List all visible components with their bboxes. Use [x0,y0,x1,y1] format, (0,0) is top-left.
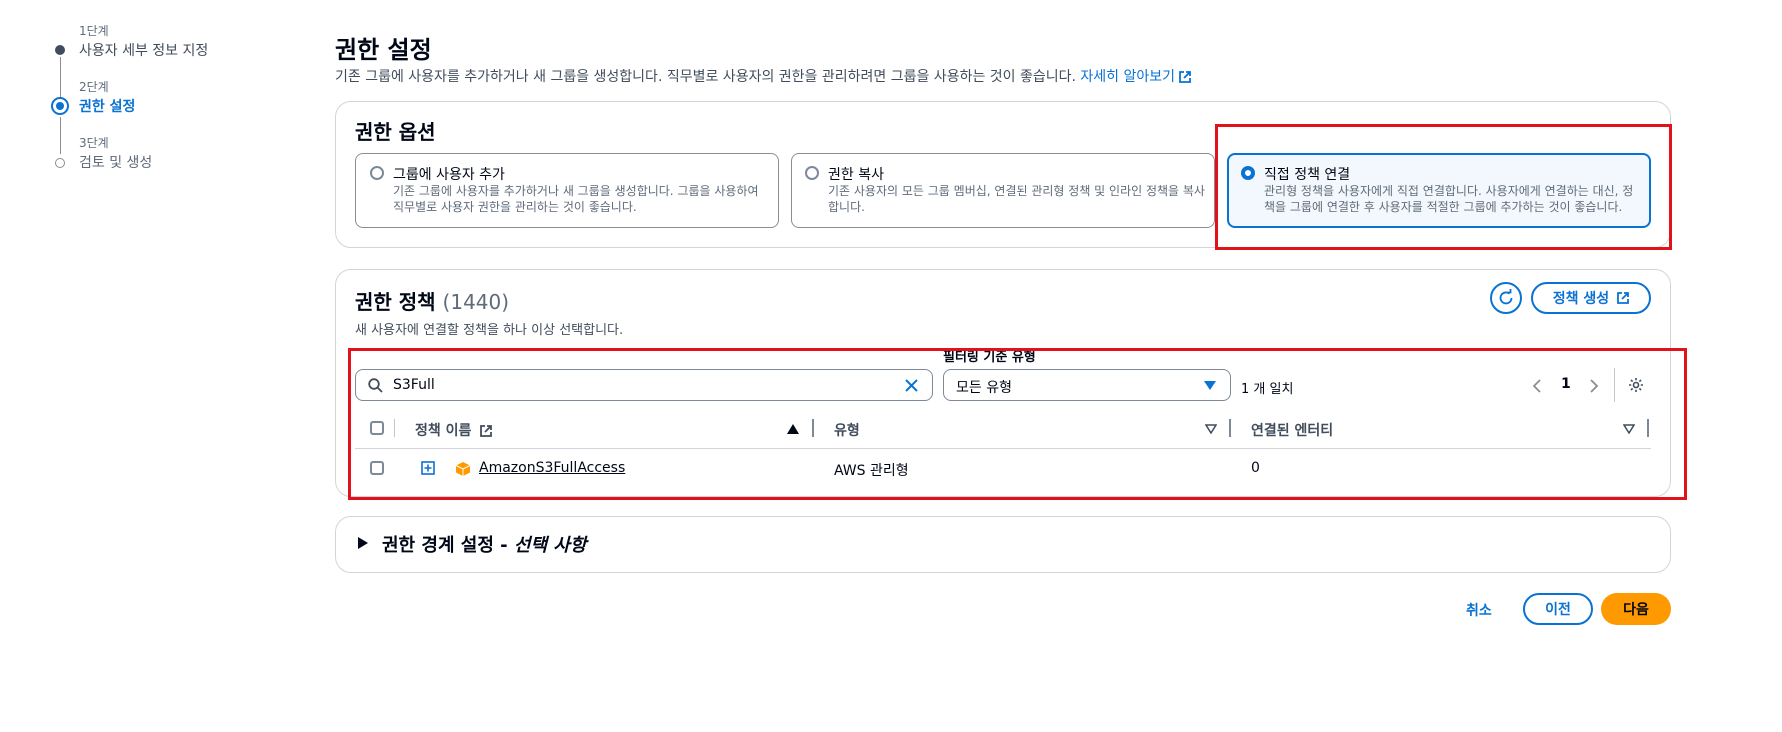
boundary-title-text: 권한 경계 설정 - [382,535,514,556]
radio-copy-permissions[interactable] [805,166,819,180]
step-1-link[interactable]: 사용자 세부 정보 지정 [79,40,208,60]
highlight-box-option [1215,124,1672,250]
cancel-button[interactable]: 취소 [1466,600,1492,620]
tile-copy-permissions-desc-1: 기존 사용자의 모든 그룹 멤버십, 연결된 관리형 정책 및 인라인 정책을 … [828,184,1205,198]
refresh-button[interactable] [1490,282,1522,314]
tile-copy-permissions-desc-2: 합니다. [828,200,865,214]
description-text: 기존 그룹에 사용자를 추가하거나 새 그룹을 생성합니다. 직무별로 사용자의… [335,69,1076,85]
previous-button[interactable]: 이전 [1523,593,1593,625]
policies-title-text: 권한 정책 [355,290,436,314]
step-1-number: 1단계 [79,24,109,38]
step-2-number: 2단계 [79,80,109,94]
policies-count: (1440) [442,290,510,314]
step-3-dot [55,158,65,168]
page-description: 기존 그룹에 사용자를 추가하거나 새 그룹을 생성합니다. 직무별로 사용자의… [335,66,1191,86]
permission-options-title: 권한 옵션 [355,120,436,144]
tile-copy-permissions-title: 권한 복사 [828,167,884,183]
refresh-icon [1499,289,1513,305]
boundary-optional-label: 선택 사항 [513,535,587,556]
create-policy-label: 정책 생성 [1552,291,1610,307]
step-3-number: 3단계 [79,136,109,150]
permission-policies-title: 권한 정책 (1440) [355,286,509,315]
permission-boundary-title[interactable]: 권한 경계 설정 - 선택 사항 [382,531,586,557]
step-2-label: 권한 설정 [79,99,136,115]
external-link-icon [1179,71,1191,83]
page-title: 권한 설정 [335,36,432,64]
step-3-label: 검토 및 생성 [79,155,153,171]
step-1-dot [55,45,65,55]
step-connector [60,57,61,97]
learn-more-label: 자세히 알아보기 [1080,69,1176,85]
tile-add-to-group-desc-2: 직무별로 사용자 권한을 관리하는 것이 좋습니다. [393,200,637,214]
next-button[interactable]: 다음 [1601,593,1671,625]
learn-more-link[interactable]: 자세히 알아보기 [1080,69,1191,85]
step-connector [60,117,61,154]
step-2-dot [51,97,69,115]
external-link-icon [1617,292,1630,304]
highlight-box-table [348,348,1687,500]
tile-add-to-group-title: 그룹에 사용자 추가 [393,167,505,183]
create-policy-button[interactable]: 정책 생성 [1531,282,1651,314]
radio-add-to-group[interactable] [370,166,384,180]
tile-add-to-group-desc-1: 기존 그룹에 사용자를 추가하거나 새 그룹을 생성합니다. 그룹을 사용하여 [393,184,759,198]
policies-subtitle: 새 사용자에 연결할 정책을 하나 이상 선택합니다. [355,323,624,338]
expand-caret-icon[interactable] [358,537,368,549]
